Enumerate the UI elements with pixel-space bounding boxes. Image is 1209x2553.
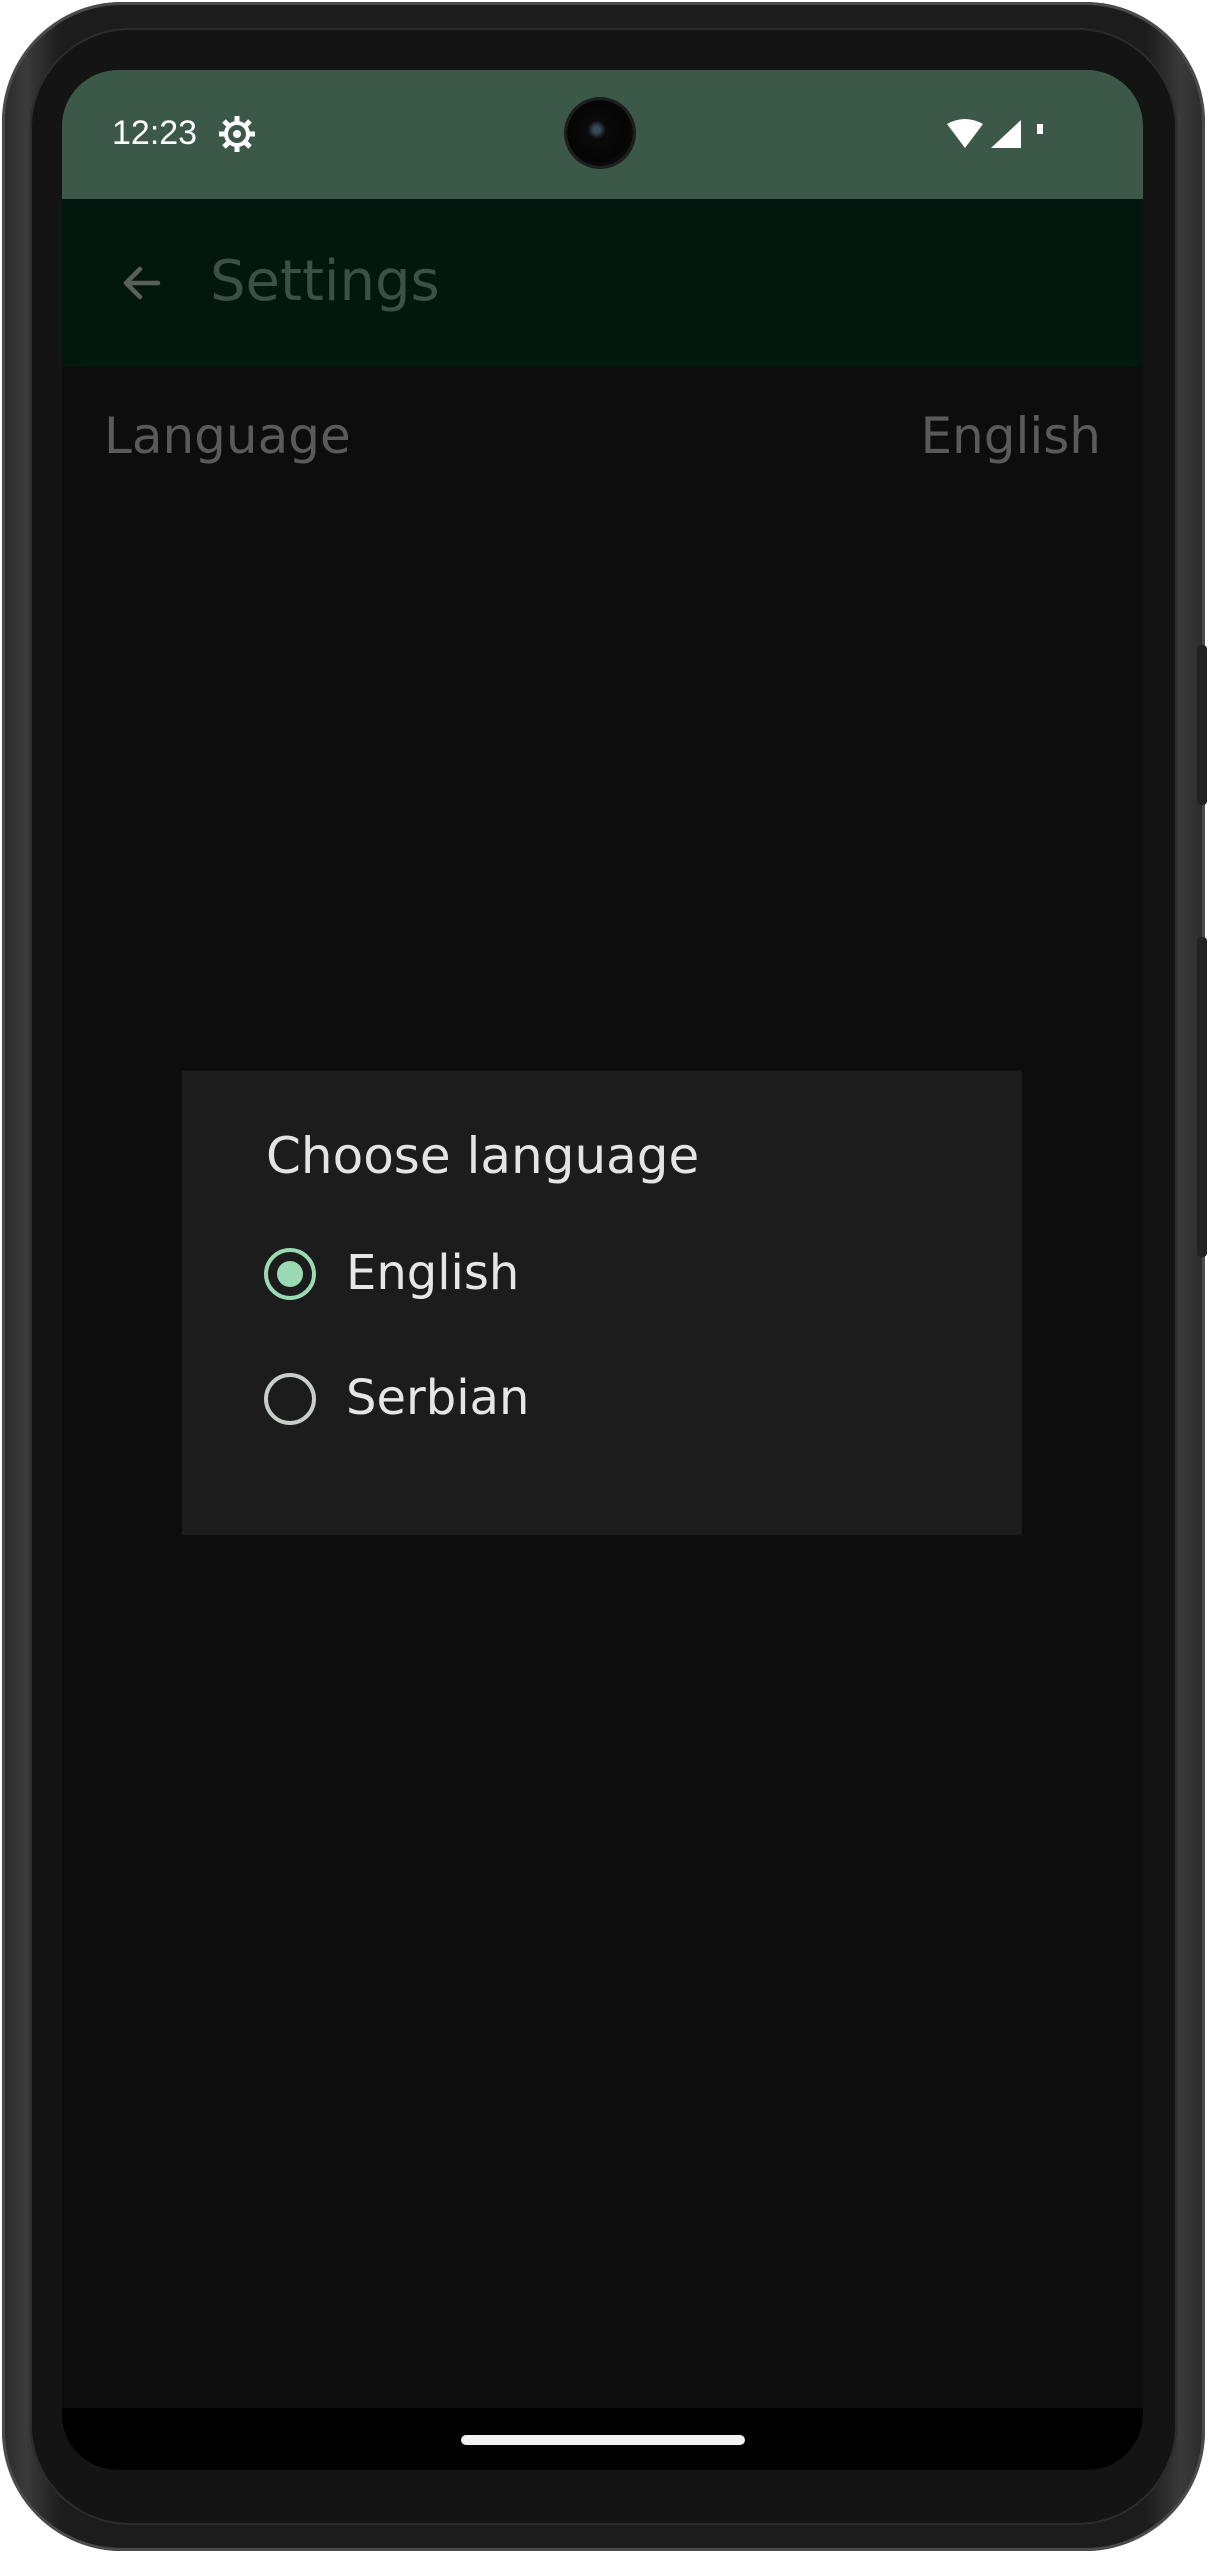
option-label: English <box>346 1245 520 1301</box>
home-indicator[interactable] <box>461 2435 745 2445</box>
volume-button <box>1197 937 1207 1257</box>
option-english[interactable]: English <box>222 1221 982 1331</box>
option-serbian[interactable]: Serbian <box>222 1346 982 1456</box>
screen: 12:23 Settings Language English Choose l… <box>62 70 1143 2470</box>
phone-frame: 12:23 Settings Language English Choose l… <box>2 2 1207 2551</box>
navigation-bar <box>62 2408 1143 2470</box>
choose-language-dialog: Choose language English Serbian <box>182 1071 1022 1535</box>
radio-button-unchecked[interactable] <box>264 1373 316 1425</box>
power-button <box>1197 645 1207 805</box>
radio-dot <box>277 1261 303 1287</box>
radio-button-checked[interactable] <box>264 1248 316 1300</box>
option-label: Serbian <box>346 1370 530 1426</box>
dialog-title: Choose language <box>266 1127 700 1185</box>
